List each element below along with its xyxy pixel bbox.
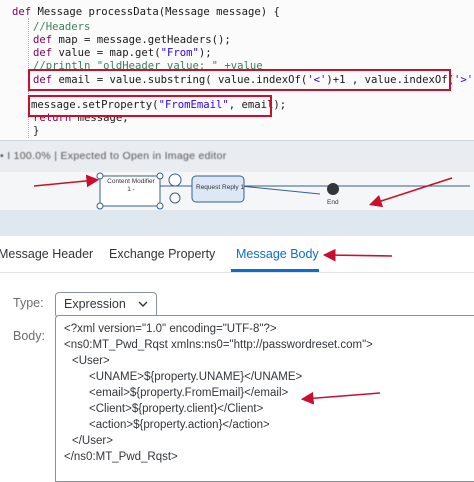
editor-status-bar: • I 100.0% | Expected to Open in Image e…	[0, 140, 474, 174]
end-event-icon	[327, 183, 339, 195]
chevron-down-icon	[138, 301, 148, 307]
highlight-box-email-line	[28, 69, 451, 91]
xml-line-5: <email>${property.FromEmail}</email>	[89, 387, 289, 399]
status-text: • I 100.0% | Expected to Open in Image e…	[0, 150, 227, 162]
flow-diagram	[96, 172, 470, 210]
xml-line-7: <action>${property.action}</action>	[89, 419, 270, 431]
code-line-9: }	[33, 125, 40, 137]
tab-message-header[interactable]: Message Header	[0, 247, 93, 261]
code-line-2: //Headers	[33, 21, 91, 33]
active-tab-indicator	[231, 269, 319, 272]
property-tabs: Message Header Exchange Property Message…	[0, 236, 474, 273]
code-line-1: def Message processData(Message message)…	[12, 6, 280, 18]
xml-line-2: <ns0:MT_Pwd_Rqst xmlns:ns0="http://passw…	[64, 339, 373, 351]
xml-line-9: </ns0:MT_Pwd_Rqst>	[64, 451, 178, 463]
end-label: End	[327, 199, 339, 206]
xml-line-8: </User>	[72, 435, 113, 447]
xml-line-6: <Client>${property.client}</Client>	[89, 403, 264, 415]
type-select-value: Expression	[64, 297, 126, 311]
code-line-4: def value = map.get("From");	[33, 47, 212, 59]
integration-flow-canvas[interactable]: Content Modifier 1 - Request Reply 1 End	[0, 172, 474, 210]
start-event-icon	[169, 192, 181, 204]
flow-connector-2	[239, 185, 321, 195]
content-modifier-label: Content Modifier 1 -	[107, 178, 155, 193]
xml-line-4: <UNAME>${property.UNAME}</UNAME>	[89, 371, 303, 383]
tab-message-body[interactable]: Message Body	[236, 247, 319, 261]
type-label: Type:	[13, 296, 44, 310]
xml-line-1: <?xml version="1.0" encoding="UTF-8"?>	[64, 323, 277, 335]
message-body-form: Type: Expression Body: <?xml version="1.…	[0, 273, 474, 482]
script-editor[interactable]: def Message processData(Message message)…	[0, 0, 474, 140]
property-panel-header	[0, 210, 474, 236]
xml-line-3: <User>	[72, 355, 110, 367]
tab-exchange-property[interactable]: Exchange Property	[109, 247, 215, 261]
gateway-icon	[168, 173, 182, 187]
highlight-box-setproperty-line	[28, 95, 272, 117]
body-textarea[interactable]: <?xml version="1.0" encoding="UTF-8"?> <…	[55, 315, 474, 482]
body-label: Body:	[13, 329, 45, 343]
request-reply-label: Request Reply 1	[196, 184, 245, 191]
code-line-3: def map = message.getHeaders();	[33, 34, 231, 46]
